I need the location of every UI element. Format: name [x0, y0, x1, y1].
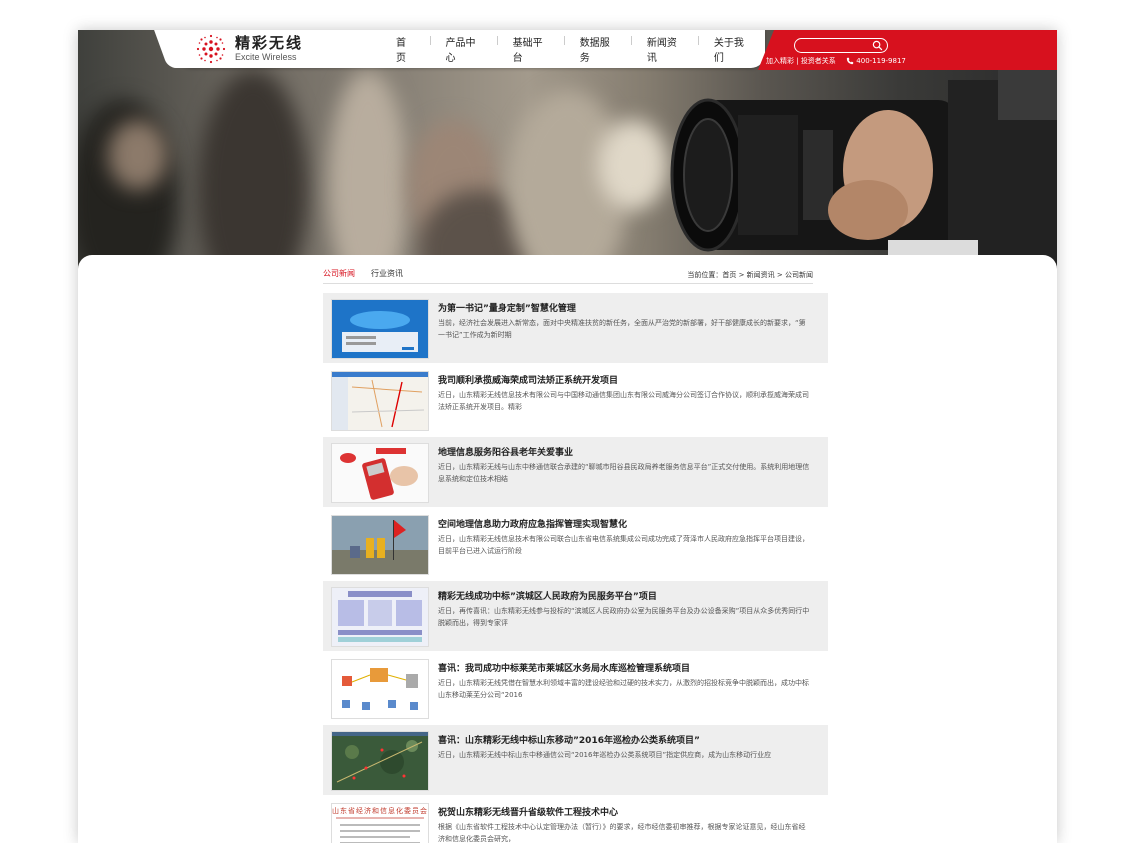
- search-icon[interactable]: [872, 40, 883, 51]
- breadcrumb-separator: >: [736, 271, 747, 279]
- thumb-satellite-map: [332, 732, 428, 790]
- news-title[interactable]: 我司顺利承揽威海荣成司法矫正系统开发项目: [438, 373, 618, 386]
- nav-products[interactable]: 产品中心: [429, 34, 497, 64]
- breadcrumb: 当前位置：首页 > 新闻资讯 > 公司新闻: [687, 270, 813, 280]
- nav-platform[interactable]: 基础平台: [496, 34, 564, 64]
- brand-name-cn: 精彩无线: [235, 34, 304, 52]
- thumb-sos-phone: [332, 444, 428, 502]
- news-item[interactable]: 空间地理信息助力政府应急指挥管理实现智慧化 近日，山东精彩无线信息技术有限公司联…: [323, 509, 828, 579]
- breadcrumb-news[interactable]: 新闻资讯: [747, 271, 775, 279]
- thumb-document-lines: [336, 817, 424, 843]
- news-item[interactable]: 喜讯：我司成功中标莱芜市莱城区水务局水库巡检管理系统项目 近日，山东精彩无线凭借…: [323, 653, 828, 723]
- news-summary: 近日，山东精彩无线中标山东中移通信公司“2016年巡检办公类系统项目”指定供应商…: [438, 751, 772, 759]
- breadcrumb-current: 公司新闻: [785, 271, 813, 279]
- thumb-document-heading: 山东省经济和信息化委员会: [332, 807, 428, 815]
- join-link[interactable]: 加入精彩: [766, 57, 794, 65]
- top-nav: 首页 产品中心 基础平台 数据服务 新闻资讯 关于我们: [380, 30, 765, 68]
- tab-divider: [323, 283, 813, 284]
- hero-banner: 精彩无线 Excite Wireless 首页 产品中心 基础平台 数据服务 新…: [78, 30, 1057, 285]
- main-nav-bar: 精彩无线 Excite Wireless 首页 产品中心 基础平台 数据服务 新…: [175, 30, 765, 68]
- news-title[interactable]: 空间地理信息助力政府应急指挥管理实现智慧化: [438, 517, 627, 530]
- news-thumbnail[interactable]: [331, 515, 429, 575]
- investor-link[interactable]: 投资者关系: [801, 57, 836, 65]
- camera-illustration: [670, 60, 1057, 285]
- news-summary: 近日，再传喜讯：山东精彩无线参与投标的“滨城区人民政府办公室为民服务平台及办公设…: [438, 607, 810, 627]
- news-thumbnail[interactable]: [331, 371, 429, 431]
- news-summary: 近日，山东精彩无线信息技术有限公司联合山东省电信系统集成公司成功完成了菏泽市人民…: [438, 535, 809, 555]
- news-thumbnail[interactable]: [331, 731, 429, 791]
- news-item[interactable]: 为第一书记”量身定制”智慧化管理 当前，经济社会发展进入新常态，面对中央精准扶贫…: [323, 293, 828, 363]
- breadcrumb-separator: >: [774, 271, 785, 279]
- news-thumbnail[interactable]: [331, 299, 429, 359]
- news-title[interactable]: 喜讯：我司成功中标莱芜市莱城区水务局水库巡检管理系统项目: [438, 661, 690, 674]
- news-title[interactable]: 为第一书记”量身定制”智慧化管理: [438, 301, 576, 314]
- breadcrumb-prefix: 当前位置：: [687, 271, 723, 279]
- header-links: 加入精彩 | 投资者关系 400-119-9817: [766, 56, 906, 66]
- thumb-login-screen: [332, 300, 428, 358]
- logo-dots-icon: [196, 34, 226, 64]
- thumb-network-diagram: [332, 660, 428, 718]
- breadcrumb-home[interactable]: 首页: [722, 271, 736, 279]
- thumb-emergency-drill: [332, 516, 428, 574]
- news-title[interactable]: 喜讯：山东精彩无线中标山东移动”2016年巡检办公类系统项目”: [438, 733, 700, 746]
- tab-company-news[interactable]: 公司新闻: [323, 268, 355, 284]
- brand-name-en: Excite Wireless: [235, 52, 297, 62]
- news-title[interactable]: 精彩无线成功中标”滨城区人民政府为民服务平台”项目: [438, 589, 657, 602]
- news-item[interactable]: 精彩无线成功中标”滨城区人民政府为民服务平台”项目 近日，再传喜讯：山东精彩无线…: [323, 581, 828, 651]
- news-thumbnail[interactable]: 山东省经济和信息化委员会: [331, 803, 429, 843]
- page-frame: 精彩无线 Excite Wireless 首页 产品中心 基础平台 数据服务 新…: [78, 30, 1057, 843]
- nav-about[interactable]: 关于我们: [697, 34, 765, 64]
- news-title[interactable]: 地理信息服务阳谷县老年关爱事业: [438, 445, 573, 458]
- news-thumbnail[interactable]: [331, 443, 429, 503]
- news-thumbnail[interactable]: [331, 659, 429, 719]
- news-summary: 近日，山东精彩无线凭借在智慧水利领域丰富的建设经验和过硬的技术实力，从激烈的招投…: [438, 679, 809, 699]
- phone-number: 400-119-9817: [856, 57, 906, 65]
- news-summary: 近日，山东精彩无线与山东中移通信联合承建的“聊城市阳谷县民政局养老服务信息平台”…: [438, 463, 810, 483]
- news-item[interactable]: 我司顺利承揽威海荣成司法矫正系统开发项目 近日，山东精彩无线信息技术有限公司与中…: [323, 365, 828, 435]
- brand-logo[interactable]: 精彩无线 Excite Wireless: [195, 34, 303, 64]
- nav-news[interactable]: 新闻资讯: [630, 34, 698, 64]
- news-tabs: 公司新闻 行业资讯: [323, 268, 419, 284]
- news-thumbnail[interactable]: [331, 587, 429, 647]
- news-title[interactable]: 祝贺山东精彩无线晋升省级软件工程技术中心: [438, 805, 618, 818]
- logo-text: 精彩无线 Excite Wireless: [235, 36, 303, 62]
- thumb-platform-diagram: [332, 588, 428, 646]
- news-summary: 当前，经济社会发展进入新常态，面对中央精准扶贫的新任务，全面从严治党的新部署，好…: [438, 319, 806, 339]
- news-item[interactable]: 喜讯：山东精彩无线中标山东移动”2016年巡检办公类系统项目” 近日，山东精彩无…: [323, 725, 828, 795]
- nav-data-services[interactable]: 数据服务: [563, 34, 631, 64]
- nav-home[interactable]: 首页: [380, 34, 430, 64]
- thumb-map-system: [332, 372, 428, 430]
- news-summary: 根据《山东省软件工程技术中心认定管理办法（暂行）》的要求，经市经信委初审推荐，根…: [438, 823, 806, 843]
- link-separator: |: [794, 57, 801, 65]
- phone-icon: [846, 57, 854, 65]
- news-item[interactable]: 地理信息服务阳谷县老年关爱事业 近日，山东精彩无线与山东中移通信联合承建的“聊城…: [323, 437, 828, 507]
- news-item[interactable]: 山东省经济和信息化委员会 祝贺山东精彩无线晋升省级软件工程技术中心 根据《山东省…: [323, 797, 828, 843]
- tab-industry-news[interactable]: 行业资讯: [371, 268, 403, 284]
- news-summary: 近日，山东精彩无线信息技术有限公司与中国移动通信集团山东有限公司威海分公司签订合…: [438, 391, 809, 411]
- news-list: 为第一书记”量身定制”智慧化管理 当前，经济社会发展进入新常态，面对中央精准扶贫…: [323, 293, 828, 843]
- search-box: [794, 38, 888, 58]
